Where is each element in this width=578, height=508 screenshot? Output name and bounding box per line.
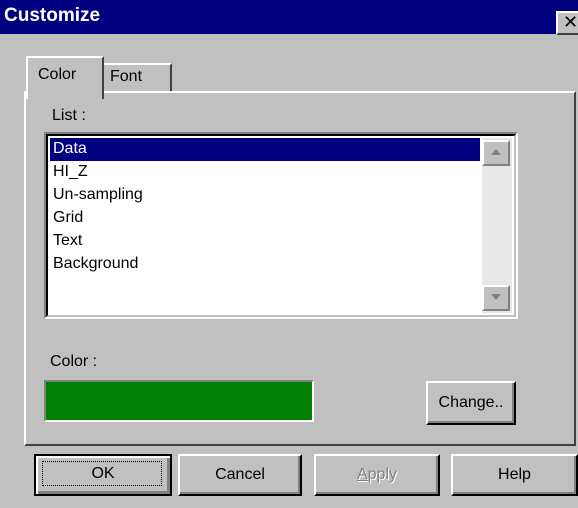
tab-color[interactable]: Color [26, 56, 104, 99]
help-button[interactable]: Help [451, 454, 578, 496]
list-item-hi-z[interactable]: HI_Z [50, 161, 480, 184]
apply-button-label: Apply [356, 466, 398, 483]
scroll-down-button[interactable] [482, 285, 510, 311]
scroll-down-arrow-icon [491, 294, 501, 301]
title-bar[interactable]: Customize ✕ [0, 0, 578, 35]
list-label: List : [52, 107, 86, 124]
element-listbox[interactable]: Data HI_Z Un-sampling Grid Text Backgrou… [44, 132, 518, 319]
tab-font[interactable]: Font [102, 63, 172, 91]
color-label: Color : [50, 353, 98, 370]
scroll-up-button[interactable] [482, 140, 510, 166]
close-button[interactable]: ✕ [556, 11, 578, 35]
list-item-data[interactable]: Data [50, 138, 480, 161]
tab-color-label: Color [38, 66, 77, 83]
focus-rectangle [42, 461, 162, 486]
list-items: Data HI_Z Un-sampling Grid Text Backgrou… [50, 138, 480, 276]
list-scrollbar[interactable] [482, 138, 512, 313]
tab-font-label: Font [110, 68, 143, 85]
list-item-text[interactable]: Text [50, 230, 480, 253]
help-button-label: Help [498, 466, 531, 483]
change-color-button[interactable]: Change.. [426, 381, 516, 425]
list-item-grid[interactable]: Grid [50, 207, 480, 230]
scroll-up-arrow-icon [491, 149, 501, 156]
ok-button[interactable]: OK [34, 454, 172, 496]
cancel-button[interactable]: Cancel [178, 454, 302, 496]
list-item-background[interactable]: Background [50, 253, 480, 276]
list-item-un-sampling[interactable]: Un-sampling [50, 184, 480, 207]
change-button-label: Change.. [438, 394, 504, 411]
apply-button[interactable]: Apply [314, 454, 440, 496]
customize-dialog: Customize ✕ Font Color List : Data HI_Z … [0, 0, 578, 508]
window-title: Customize [4, 5, 101, 26]
color-swatch [44, 380, 314, 422]
close-icon: ✕ [563, 12, 578, 32]
cancel-button-label: Cancel [215, 466, 265, 483]
